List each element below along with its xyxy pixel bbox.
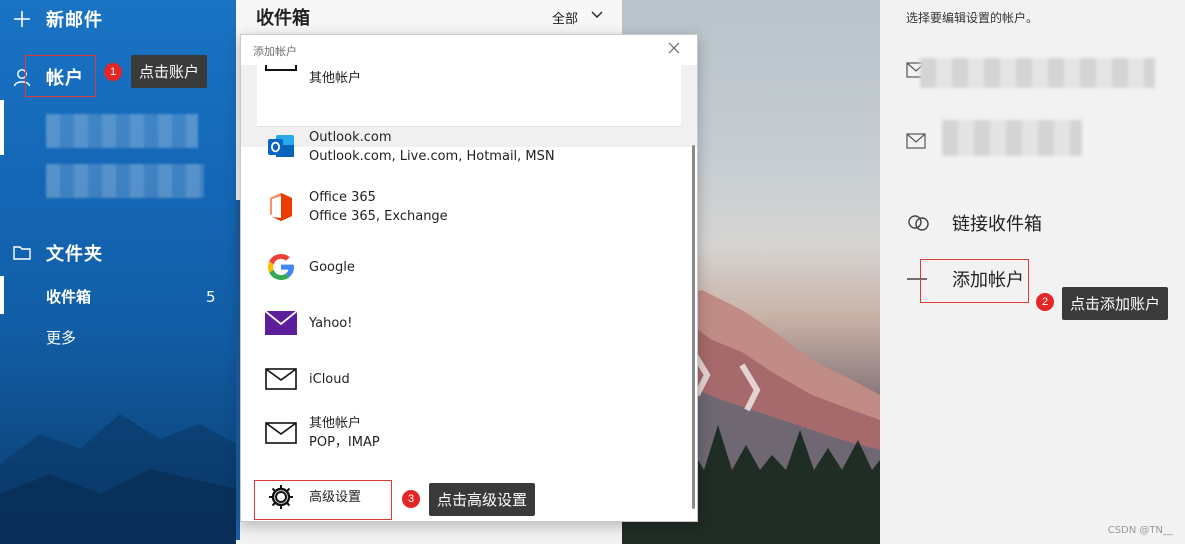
watermark-text: CSDN @TN__ <box>1107 525 1173 536</box>
highlight-accounts <box>25 55 96 97</box>
step-badge-3: 3 <box>402 490 420 508</box>
redacted-account-address <box>942 120 1082 156</box>
provider-name: Google <box>309 259 355 275</box>
folders-button[interactable]: 文件夹 <box>12 240 103 266</box>
inbox-unread-count: 5 <box>206 287 216 306</box>
envelope-icon <box>906 133 926 149</box>
link-icon <box>908 215 929 231</box>
account-item-redacted[interactable] <box>46 114 198 148</box>
more-folders-button[interactable]: 更多 <box>46 327 76 348</box>
redacted-account-address <box>920 58 1155 88</box>
provider-name: 其他帐户 <box>309 71 362 86</box>
tooltip-step-1: 点击账户 <box>131 55 208 88</box>
folder-icon <box>13 246 31 260</box>
selected-folder-indicator <box>0 276 4 314</box>
new-mail-label: 新邮件 <box>46 10 103 31</box>
envelope-icon <box>265 65 297 71</box>
provider-description: Office 365, Exchange <box>309 209 448 224</box>
envelope-icon <box>265 363 297 395</box>
link-inboxes-label: 链接收件箱 <box>952 214 1042 235</box>
envelope-icon <box>265 417 297 449</box>
tooltip-step-2: 点击添加账户 <box>1062 287 1169 320</box>
step-badge-2: 2 <box>1036 293 1054 311</box>
provider-item-outlook[interactable]: Outlook.com Outlook.com, Live.com, Hotma… <box>241 119 687 175</box>
tooltip-step-3: 点击高级设置 <box>429 483 536 516</box>
close-icon[interactable] <box>667 41 681 55</box>
selected-account-indicator <box>0 100 4 155</box>
add-account-dialog: 添加帐户 其他帐户 Outlook.com Outlook.com, Live.… <box>240 34 698 522</box>
google-icon <box>265 251 297 283</box>
account-entry-redacted[interactable] <box>906 133 926 149</box>
settings-hint-text: 选择要编辑设置的帐户。 <box>906 11 1039 25</box>
provider-name: iCloud <box>309 371 350 387</box>
provider-name: Office 365 <box>309 190 376 205</box>
link-inboxes-button[interactable]: 链接收件箱 <box>906 210 1042 236</box>
provider-item-yahoo[interactable]: Yahoo! <box>241 295 687 351</box>
message-list-header: 收件箱 全部 <box>236 0 622 36</box>
account-item-redacted[interactable] <box>46 164 204 198</box>
highlight-add-account <box>920 259 1029 303</box>
chevron-down-icon[interactable] <box>590 8 604 22</box>
provider-item-google[interactable]: Google <box>241 239 687 295</box>
folders-label: 文件夹 <box>46 244 103 265</box>
provider-name: Yahoo! <box>309 315 353 331</box>
plus-icon <box>14 11 30 27</box>
office365-icon <box>265 191 297 223</box>
highlight-advanced-settings <box>254 480 392 520</box>
provider-name: 其他帐户 <box>309 416 362 431</box>
provider-item-icloud[interactable]: iCloud <box>241 351 687 407</box>
provider-description: Outlook.com, Live.com, Hotmail, MSN <box>309 149 555 164</box>
step-badge-1: 1 <box>104 63 122 81</box>
outlook-icon <box>265 131 297 163</box>
provider-item-office365[interactable]: Office 365 Office 365, Exchange <box>241 179 687 235</box>
folder-item-inbox[interactable]: 收件箱 5 <box>46 286 216 307</box>
dialog-title: 添加帐户 <box>253 45 297 58</box>
yahoo-mail-icon <box>265 307 297 339</box>
dialog-scrollbar[interactable] <box>692 145 695 509</box>
more-label: 更多 <box>46 329 77 347</box>
new-mail-button[interactable]: 新邮件 <box>12 6 103 32</box>
provider-item-other[interactable]: 其他帐户 POP，IMAP <box>241 405 687 461</box>
background-mountain-image <box>0 414 236 544</box>
provider-description: POP，IMAP <box>309 435 380 450</box>
filter-dropdown[interactable]: 全部 <box>552 8 578 27</box>
provider-item-other-partial[interactable]: 其他帐户 <box>257 65 681 127</box>
provider-name: Outlook.com <box>309 130 392 145</box>
inbox-title: 收件箱 <box>256 8 310 29</box>
inbox-folder-label: 收件箱 <box>46 288 92 306</box>
